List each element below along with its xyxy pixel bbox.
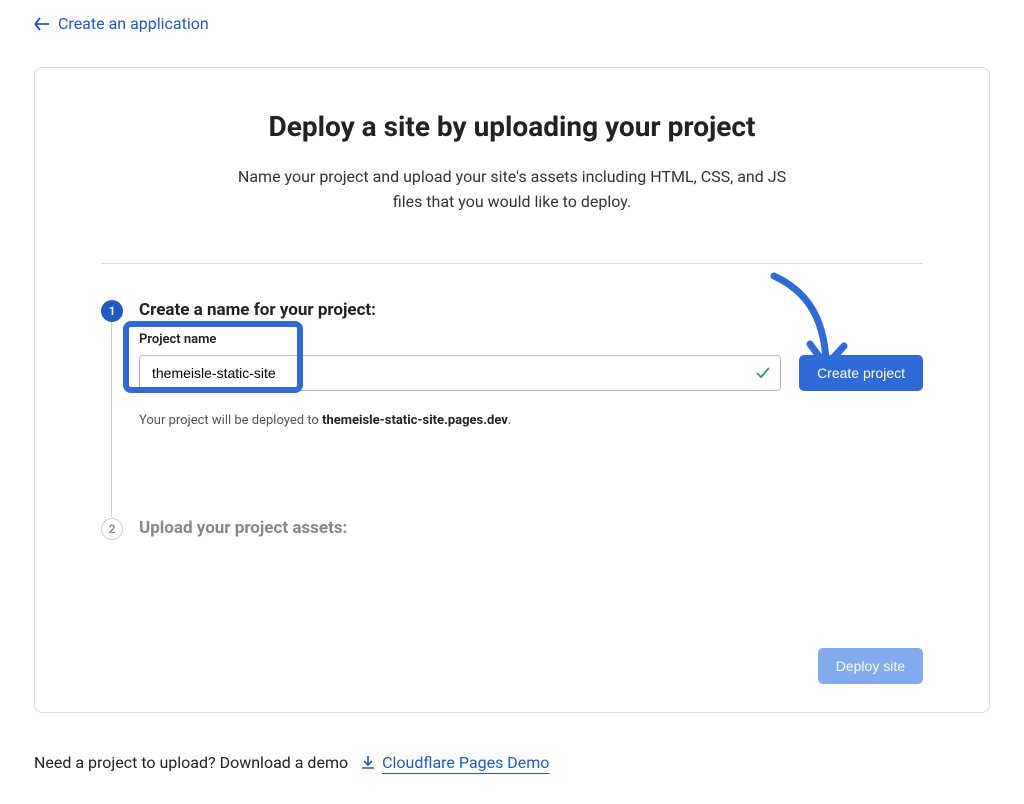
step-2-badge: 2 — [101, 518, 123, 540]
deploy-site-button[interactable]: Deploy site — [818, 648, 923, 684]
page-title: Deploy a site by uploading your project — [95, 110, 929, 143]
back-link-label: Create an application — [58, 14, 209, 33]
cloudflare-pages-demo-link[interactable]: Cloudflare Pages Demo — [360, 753, 549, 772]
helper-prefix: Your project will be deployed to — [139, 413, 322, 428]
checkmark-icon — [755, 365, 771, 381]
helper-suffix: . — [508, 413, 511, 428]
project-deploy-helper: Your project will be deployed to themeis… — [139, 413, 923, 428]
step-1: 1 Create a name for your project: Projec… — [101, 264, 923, 428]
footer-link-label: Cloudflare Pages Demo — [382, 753, 549, 772]
project-name-label: Project name — [139, 332, 923, 347]
project-name-input[interactable] — [139, 355, 781, 391]
create-project-button[interactable]: Create project — [799, 355, 923, 391]
footer-note-text: Need a project to upload? Download a dem… — [34, 753, 348, 772]
project-name-form: Project name Create project Your project… — [139, 332, 923, 428]
step-2: 2 Upload your project assets: — [101, 428, 923, 538]
step-1-title: Create a name for your project: — [139, 300, 923, 320]
helper-domain: themeisle-static-site.pages.dev — [322, 413, 508, 428]
input-row: Create project — [139, 355, 923, 391]
footer-note: Need a project to upload? Download a dem… — [0, 733, 1024, 772]
arrow-left-icon — [34, 17, 50, 31]
deploy-card: Deploy a site by uploading your project … — [34, 67, 990, 713]
card-header: Deploy a site by uploading your project … — [35, 110, 989, 215]
step-2-title: Upload your project assets: — [139, 518, 923, 538]
step-1-badge: 1 — [101, 300, 123, 322]
page-subtitle: Name your project and upload your site's… — [232, 165, 792, 215]
card-footer-actions: Deploy site — [35, 648, 989, 684]
steps-container: 1 Create a name for your project: Projec… — [35, 264, 989, 538]
input-wrapper — [139, 355, 781, 391]
back-link[interactable]: Create an application — [0, 0, 1024, 47]
download-icon — [360, 754, 376, 770]
